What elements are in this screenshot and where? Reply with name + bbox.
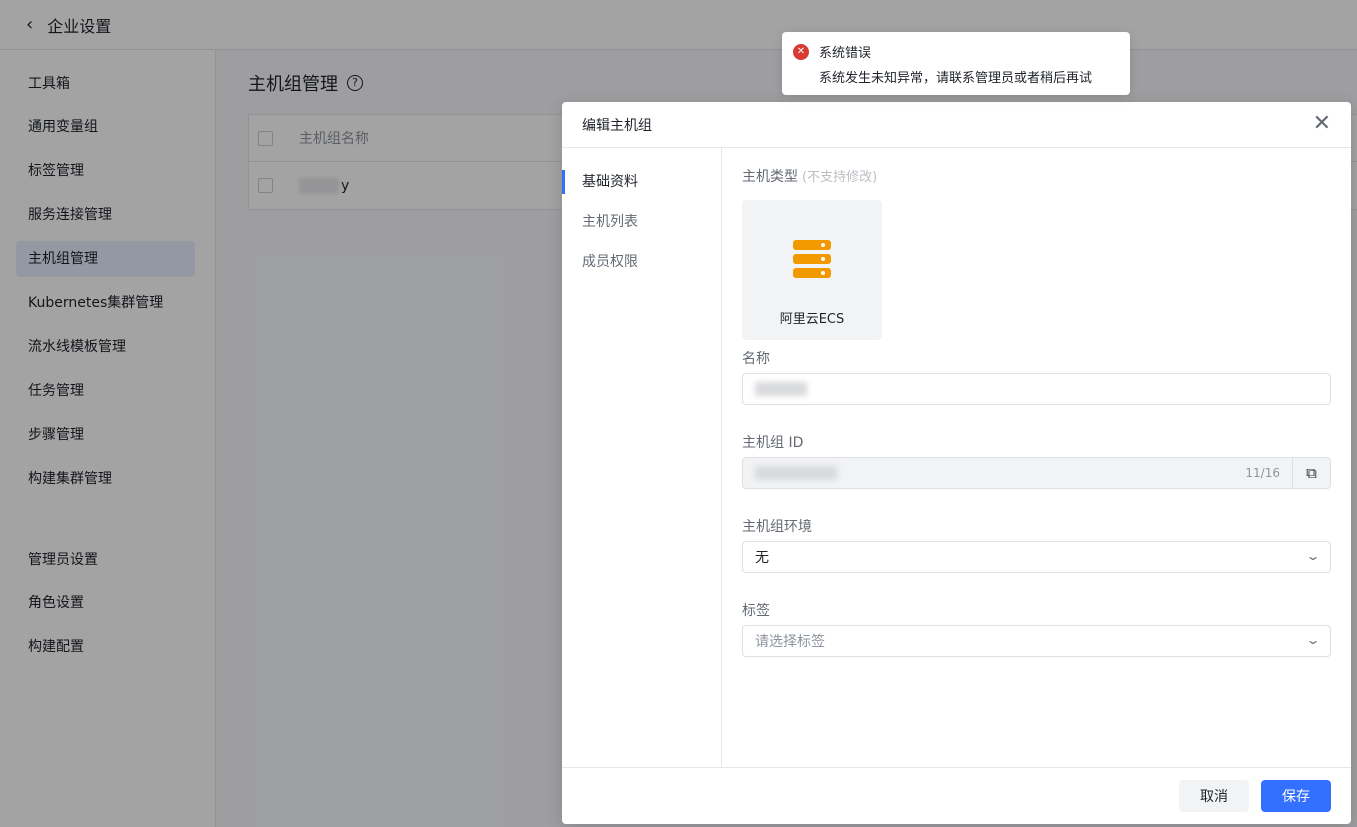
redacted-text [755, 466, 837, 480]
chevron-down-icon: ⌄ [1305, 633, 1321, 647]
tag-select[interactable]: 请选择标签 ⌄ [742, 625, 1331, 657]
name-label: 名称 [742, 351, 770, 367]
tab-basic-info[interactable]: 基础资料 [562, 170, 721, 194]
dialog-nav: 基础资料 主机列表 成员权限 [562, 148, 722, 768]
redacted-text [755, 382, 807, 396]
tab-member-permissions[interactable]: 成员权限 [562, 250, 721, 274]
env-select-value: 无 [755, 550, 769, 566]
dialog-title: 编辑主机组 [582, 117, 652, 134]
edit-host-group-dialog: 编辑主机组 ✕ 基础资料 主机列表 成员权限 主机类型 (不支持修改) 阿里云EC… [562, 102, 1351, 824]
save-button[interactable]: 保存 [1261, 780, 1331, 812]
dialog-footer: 取消 保存 [562, 767, 1351, 824]
dialog-header: 编辑主机组 ✕ [562, 102, 1351, 148]
name-input[interactable] [742, 373, 1331, 405]
id-input: 11/16 ⧉ [742, 457, 1331, 489]
id-label: 主机组 ID [742, 435, 804, 451]
tab-host-list[interactable]: 主机列表 [562, 210, 721, 234]
error-icon: ✕ [793, 44, 809, 60]
copy-icon[interactable]: ⧉ [1292, 458, 1330, 488]
env-label: 主机组环境 [742, 519, 812, 535]
id-char-count: 11/16 [1245, 466, 1280, 480]
host-type-card: 阿里云ECS [742, 200, 882, 340]
toast-title: 系统错误 [819, 46, 872, 61]
host-type-value: 阿里云ECS [779, 312, 845, 327]
chevron-down-icon: ⌄ [1305, 549, 1321, 563]
error-toast: ✕ 系统错误 系统发生未知异常，请联系管理员或者稍后再试 [782, 32, 1130, 95]
cancel-button[interactable]: 取消 [1179, 780, 1249, 812]
close-icon[interactable]: ✕ [1313, 113, 1331, 135]
host-type-hint: (不支持修改) [802, 170, 878, 185]
host-type-label: 主机类型 (不支持修改) [742, 169, 878, 185]
server-icon [793, 240, 831, 278]
tag-label: 标签 [742, 603, 770, 619]
tag-select-placeholder: 请选择标签 [755, 634, 825, 650]
env-select[interactable]: 无 ⌄ [742, 541, 1331, 573]
toast-message: 系统发生未知异常，请联系管理员或者稍后再试 [819, 71, 1093, 86]
